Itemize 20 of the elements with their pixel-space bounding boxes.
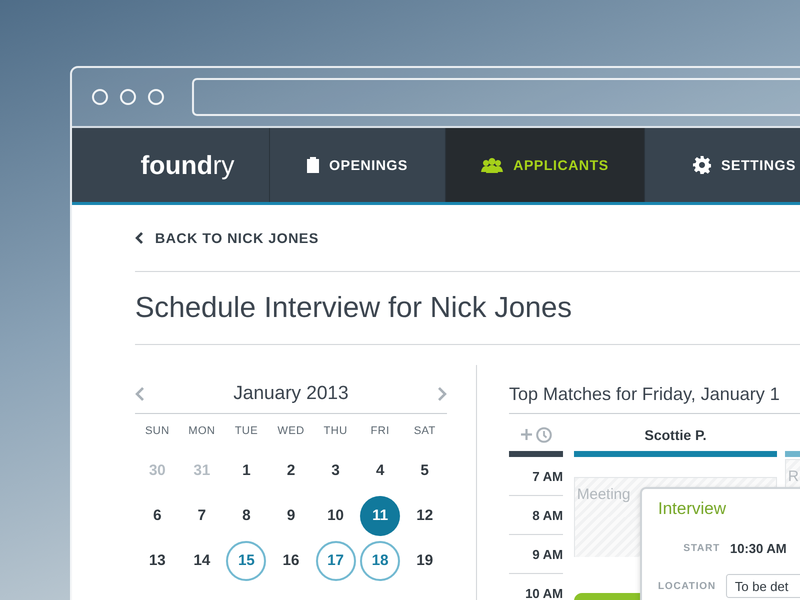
- applicant-name: Scottie P.: [644, 426, 706, 442]
- hour-label: 8 AM: [532, 508, 563, 522]
- field-value: 10:30 AM: [730, 540, 787, 556]
- weekday-label: MON: [187, 425, 216, 437]
- hour-label: 10 AM: [525, 586, 563, 600]
- field-label: START: [682, 542, 720, 554]
- popup-title: Interview: [658, 499, 728, 519]
- field-label: LOCATION: [658, 580, 716, 592]
- month-title: January 2013: [233, 383, 349, 405]
- weekday-label: THU: [322, 425, 348, 437]
- weekday-label: SAT: [412, 425, 437, 437]
- weekday-label: TUE: [234, 425, 260, 437]
- page-title: Schedule Interview for Nick Jones: [135, 272, 800, 345]
- hour-label: 9 AM: [532, 546, 563, 562]
- schedule-title: Top Matches for Friday, January 1: [509, 375, 800, 414]
- weekday-label: FRI: [370, 425, 391, 437]
- weekday-label: WED: [276, 425, 306, 437]
- hour-label: 7 AM: [532, 468, 563, 484]
- logo: foundry: [140, 150, 234, 180]
- weekday-label: SUN: [144, 425, 170, 437]
